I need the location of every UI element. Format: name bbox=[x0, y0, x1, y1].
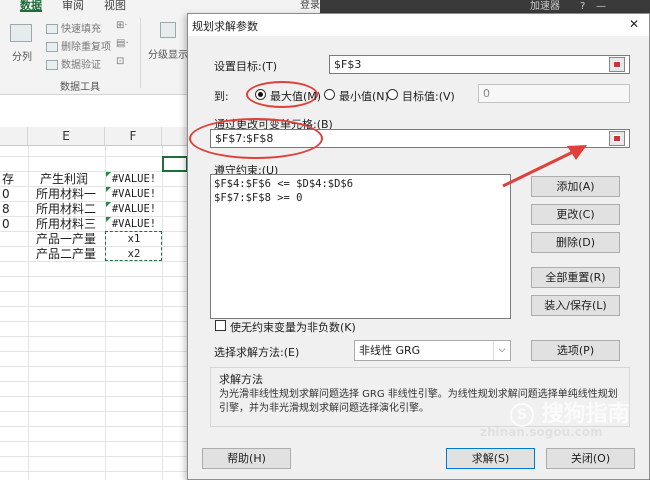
cell-e6[interactable]: 所用材料三 bbox=[36, 217, 96, 232]
outline-icon bbox=[160, 22, 176, 38]
delete-button[interactable]: 删除(D) bbox=[531, 232, 620, 253]
constraints-list[interactable]: $F$4:$F$6 <= $D$4:$D$6 $F$7:$F$8 >= 0 bbox=[210, 174, 511, 319]
error-indicator-icon bbox=[106, 202, 111, 207]
data-validation-item[interactable]: 数据验证 bbox=[46, 56, 101, 71]
min-radio[interactable] bbox=[324, 89, 335, 100]
cell-f3[interactable]: #VALUE! bbox=[106, 172, 162, 187]
what-if-icon[interactable]: ▤· bbox=[116, 38, 129, 49]
cell-e4[interactable]: 所用材料一 bbox=[36, 187, 96, 202]
load-save-button[interactable]: 装入/保存(L) bbox=[531, 295, 620, 316]
login-link[interactable]: 登录 bbox=[300, 0, 320, 12]
relationships-icon[interactable]: ⊡ bbox=[116, 56, 124, 67]
variable-range-picker-icon[interactable] bbox=[609, 131, 625, 146]
constraint-item[interactable]: $F$4:$F$6 <= $D$4:$D$6 bbox=[214, 178, 353, 190]
tab-view[interactable]: 视图 bbox=[104, 0, 126, 12]
cell-f4[interactable]: #VALUE! bbox=[106, 187, 162, 202]
remove-duplicates-item[interactable]: 删除重复项 bbox=[46, 38, 111, 53]
split-columns-label[interactable]: 分列 bbox=[12, 48, 32, 63]
chevron-down-icon[interactable]: ⌵ bbox=[493, 341, 510, 360]
cell-f6[interactable]: #VALUE! bbox=[106, 217, 162, 232]
annotation-oval-variable bbox=[189, 118, 323, 159]
reset-all-button[interactable]: 全部重置(R) bbox=[531, 267, 620, 288]
value-of-radio-label[interactable]: 目标值:(V) bbox=[402, 88, 455, 104]
flash-fill-item[interactable]: 快速填充 bbox=[46, 20, 101, 35]
min-radio-label[interactable]: 最小值(N) bbox=[339, 88, 389, 104]
error-indicator-icon bbox=[106, 172, 111, 177]
column-header-d[interactable] bbox=[0, 127, 28, 146]
error-indicator-icon bbox=[106, 217, 111, 222]
nonnegative-label[interactable]: 使无约束变量为非负数(K) bbox=[230, 319, 356, 335]
active-cell[interactable] bbox=[162, 156, 188, 172]
tab-review[interactable]: 审阅 bbox=[62, 0, 84, 12]
column-header-e[interactable]: E bbox=[28, 127, 105, 146]
dialog-title: 规划求解参数 bbox=[192, 20, 258, 33]
cell-d6[interactable]: 0 bbox=[2, 217, 10, 232]
watermark-url: zhinan.sogou.com bbox=[480, 425, 603, 439]
dialog-titlebar: 规划求解参数 ✕ bbox=[188, 14, 649, 36]
cell-e5[interactable]: 所用材料二 bbox=[36, 202, 96, 217]
window-title-right: 加速器 bbox=[530, 1, 560, 12]
consolidate-icon[interactable]: ⊞· bbox=[116, 20, 128, 31]
split-columns-icon bbox=[10, 24, 32, 42]
change-button[interactable]: 更改(C) bbox=[531, 204, 620, 225]
solving-method-select[interactable]: 非线性 GRG ⌵ bbox=[354, 340, 511, 361]
cell-d5[interactable]: 8 bbox=[2, 202, 10, 217]
objective-range-picker-icon[interactable] bbox=[609, 57, 625, 72]
cell-e8[interactable]: 产品二产量 bbox=[36, 247, 96, 262]
annotation-arrow bbox=[502, 145, 587, 188]
remove-duplicates-icon bbox=[46, 42, 58, 52]
to-label: 到: bbox=[214, 90, 229, 103]
solving-method-label: 选择求解方法:(E) bbox=[214, 346, 300, 359]
constraint-item[interactable]: $F$7:$F$8 >= 0 bbox=[214, 192, 303, 204]
watermark-logo: S 搜狗指南 bbox=[510, 396, 630, 428]
selection-marquee bbox=[105, 231, 162, 261]
column-header-f[interactable]: F bbox=[105, 127, 162, 146]
solving-method-value: 非线性 GRG bbox=[359, 344, 421, 357]
data-validation-icon bbox=[46, 60, 58, 70]
target-value-input[interactable]: 0 bbox=[478, 84, 630, 103]
flash-fill-icon bbox=[46, 24, 58, 34]
max-radio[interactable] bbox=[255, 89, 266, 100]
help-button[interactable]: 帮助(H) bbox=[202, 448, 291, 469]
cell-e3[interactable]: 产生利润 bbox=[40, 172, 88, 187]
cell-f5[interactable]: #VALUE! bbox=[106, 202, 162, 217]
minimize-icon[interactable]: — bbox=[596, 0, 606, 13]
help-icon[interactable]: ? bbox=[580, 0, 585, 13]
close-icon[interactable]: ✕ bbox=[629, 17, 639, 31]
data-tools-caption: 数据工具 bbox=[60, 82, 100, 93]
close-button[interactable]: 关闭(O) bbox=[546, 448, 635, 469]
cell-d4[interactable]: 0 bbox=[2, 187, 10, 202]
objective-label: 设置目标:(T) bbox=[214, 60, 278, 73]
cell-e7[interactable]: 产品一产量 bbox=[36, 232, 96, 247]
sogou-logo-icon: S bbox=[510, 403, 534, 427]
solve-button[interactable]: 求解(S) bbox=[446, 448, 535, 469]
objective-input[interactable]: $F$3 bbox=[329, 55, 630, 74]
max-radio-label[interactable]: 最大值(M) bbox=[270, 88, 321, 104]
error-indicator-icon bbox=[106, 187, 111, 192]
nonnegative-checkbox[interactable] bbox=[215, 320, 226, 331]
solving-method-group-title: 求解方法 bbox=[219, 373, 263, 386]
window-titlebar: 加速器 ? — bbox=[320, 0, 650, 13]
outline-label[interactable]: 分级显示 bbox=[148, 46, 188, 61]
cell-d3[interactable]: 存 bbox=[2, 172, 14, 187]
options-button[interactable]: 选项(P) bbox=[531, 340, 620, 361]
column-header-g[interactable] bbox=[162, 127, 190, 146]
value-of-radio[interactable] bbox=[387, 89, 398, 100]
tab-data[interactable]: 数据 bbox=[20, 0, 42, 12]
